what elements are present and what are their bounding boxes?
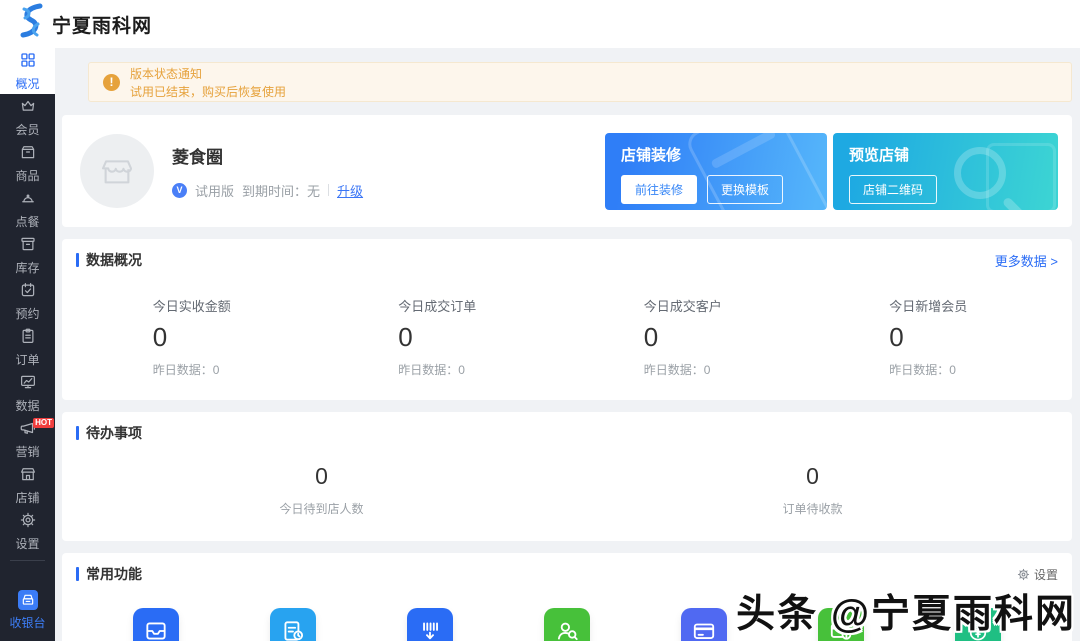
shop-card: 菱食圈 V 试用版 到期时间：无 升级 店铺装修 前往装修 更换模板 预览店铺 … <box>62 115 1072 227</box>
todo-card: 待办事项 0 今日待到店人数 0 订单待收款 <box>62 412 1072 541</box>
shop-version: 试用版 <box>195 183 235 199</box>
section-title: 待办事项 <box>76 423 142 443</box>
sidebar-item-cashier[interactable]: 收银台 <box>0 579 55 641</box>
promo-card-decorate: 店铺装修 前往装修 更换模板 <box>605 132 827 210</box>
upgrade-link[interactable]: 升级 <box>337 181 363 200</box>
cash-register-icon <box>17 589 38 610</box>
version-badge-icon: V <box>172 182 187 198</box>
scan-barcode-icon <box>407 608 454 641</box>
quick-verify-code[interactable]: 快速验码 <box>362 608 499 641</box>
open-card-icon <box>680 608 727 641</box>
more-data-link[interactable]: 更多数据 > <box>995 251 1058 270</box>
toutiao-watermark: 头条 @宁夏雨科网 <box>736 593 1076 636</box>
booking-check-icon <box>19 281 37 302</box>
brand: 宁夏雨科网 <box>14 3 152 46</box>
quick-search-member[interactable]: 查询会员 <box>499 608 636 641</box>
sidebar-item-inventory[interactable]: 库存 <box>0 232 55 278</box>
sidebar-item-members[interactable]: 会员 <box>0 94 55 140</box>
sidebar-item-label: 收银台 <box>9 615 46 630</box>
sidebar-item-label: 设置 <box>15 536 40 551</box>
main-content: ! 版本状态通知 试用已结束，购买后恢复使用 菱食圈 V 试用版 到期时间：无 … <box>55 48 1080 641</box>
data-overview-card: 数据概况 更多数据 > 今日实收金额 0 昨日数据：0 今日成交订单 0 昨日数… <box>62 239 1072 400</box>
shop-qrcode-button[interactable]: 店铺二维码 <box>849 174 938 204</box>
meta-divider <box>328 184 330 196</box>
data-chart-icon <box>19 373 37 394</box>
promo-card-preview: 预览店铺 店铺二维码 <box>833 132 1058 210</box>
metric-today-income: 今日实收金额 0 昨日数据：0 <box>152 299 231 377</box>
add-booking-icon <box>270 608 317 641</box>
sidebar-item-label: 店铺 <box>15 490 40 505</box>
brand-title: 宁夏雨科网 <box>52 15 153 37</box>
go-decorate-button[interactable]: 前往装修 <box>621 174 698 204</box>
search-member-icon <box>543 608 590 641</box>
metric-new-members: 今日新增会员 0 昨日数据：0 <box>889 299 968 377</box>
version-notice-bar: ! 版本状态通知 试用已结束，购买后恢复使用 <box>88 62 1072 102</box>
sidebar-item-settings[interactable]: 设置 <box>0 508 55 554</box>
gear-icon <box>1017 568 1030 580</box>
sidebar-item-label: 会员 <box>15 122 40 137</box>
sidebar-item-data[interactable]: 数据 <box>0 370 55 416</box>
invoice-icon <box>133 608 180 641</box>
grid-icon <box>19 51 37 72</box>
brand-logo-icon <box>14 3 48 46</box>
quick-settings-button[interactable]: 设置 <box>1017 566 1058 583</box>
sidebar-item-label: 预约 <box>15 306 40 321</box>
quick-open-bill[interactable]: 开单 <box>88 608 225 641</box>
sidebar-item-label: 点餐 <box>15 214 40 229</box>
sidebar: 概况 会员 商品 点餐 库存 预约 订单 数据 HOT 营销 店铺 设置 收银台 <box>0 48 55 641</box>
notice-title: 版本状态通知 <box>130 66 203 81</box>
metric-today-orders: 今日成交订单 0 昨日数据：0 <box>398 299 477 377</box>
quick-add-booking[interactable]: 新增预约 <box>225 608 362 641</box>
sidebar-item-label: 商品 <box>15 168 40 183</box>
sidebar-item-overview[interactable]: 概况 <box>0 48 55 94</box>
metric-today-customers: 今日成交客户 0 昨日数据：0 <box>643 299 722 377</box>
promo-title: 预览店铺 <box>849 146 910 164</box>
order-clipboard-icon <box>19 327 37 348</box>
change-template-button[interactable]: 更换模板 <box>707 174 784 204</box>
notice-desc: 试用已结束，购买后恢复使用 <box>130 84 287 99</box>
sidebar-item-shop[interactable]: 店铺 <box>0 462 55 508</box>
sidebar-item-label: 订单 <box>15 352 40 367</box>
sidebar-item-label: 营销 <box>15 444 40 459</box>
sidebar-item-orders[interactable]: 订单 <box>0 324 55 370</box>
crown-icon <box>19 97 37 118</box>
shop-name: 菱食圈 <box>172 147 223 167</box>
goods-box-icon <box>19 143 37 164</box>
sidebar-item-booking[interactable]: 预约 <box>0 278 55 324</box>
sidebar-item-label: 库存 <box>15 260 40 275</box>
shop-avatar <box>80 134 154 208</box>
hot-badge: HOT <box>33 418 54 428</box>
warning-icon: ! <box>103 73 120 91</box>
sidebar-item-dining[interactable]: 点餐 <box>0 186 55 232</box>
gear-icon <box>19 511 37 532</box>
section-title: 数据概况 <box>76 250 142 270</box>
promo-title: 店铺装修 <box>621 146 682 164</box>
todo-pending-payment: 0 订单待收款 <box>782 463 843 516</box>
storefront-icon <box>19 465 37 486</box>
section-title: 常用功能 <box>76 564 142 584</box>
dining-cloche-icon <box>19 189 37 210</box>
sidebar-divider <box>10 560 45 561</box>
todo-arrivals: 0 今日待到店人数 <box>279 463 364 516</box>
app-header: 宁夏雨科网 <box>0 0 1080 48</box>
sidebar-item-goods[interactable]: 商品 <box>0 140 55 186</box>
inventory-icon <box>19 235 37 256</box>
sidebar-item-label: 数据 <box>15 398 40 413</box>
sidebar-item-label: 概况 <box>15 76 40 91</box>
shop-expire: 到期时间：无 <box>242 183 321 199</box>
sidebar-item-marketing[interactable]: HOT 营销 <box>0 416 55 462</box>
